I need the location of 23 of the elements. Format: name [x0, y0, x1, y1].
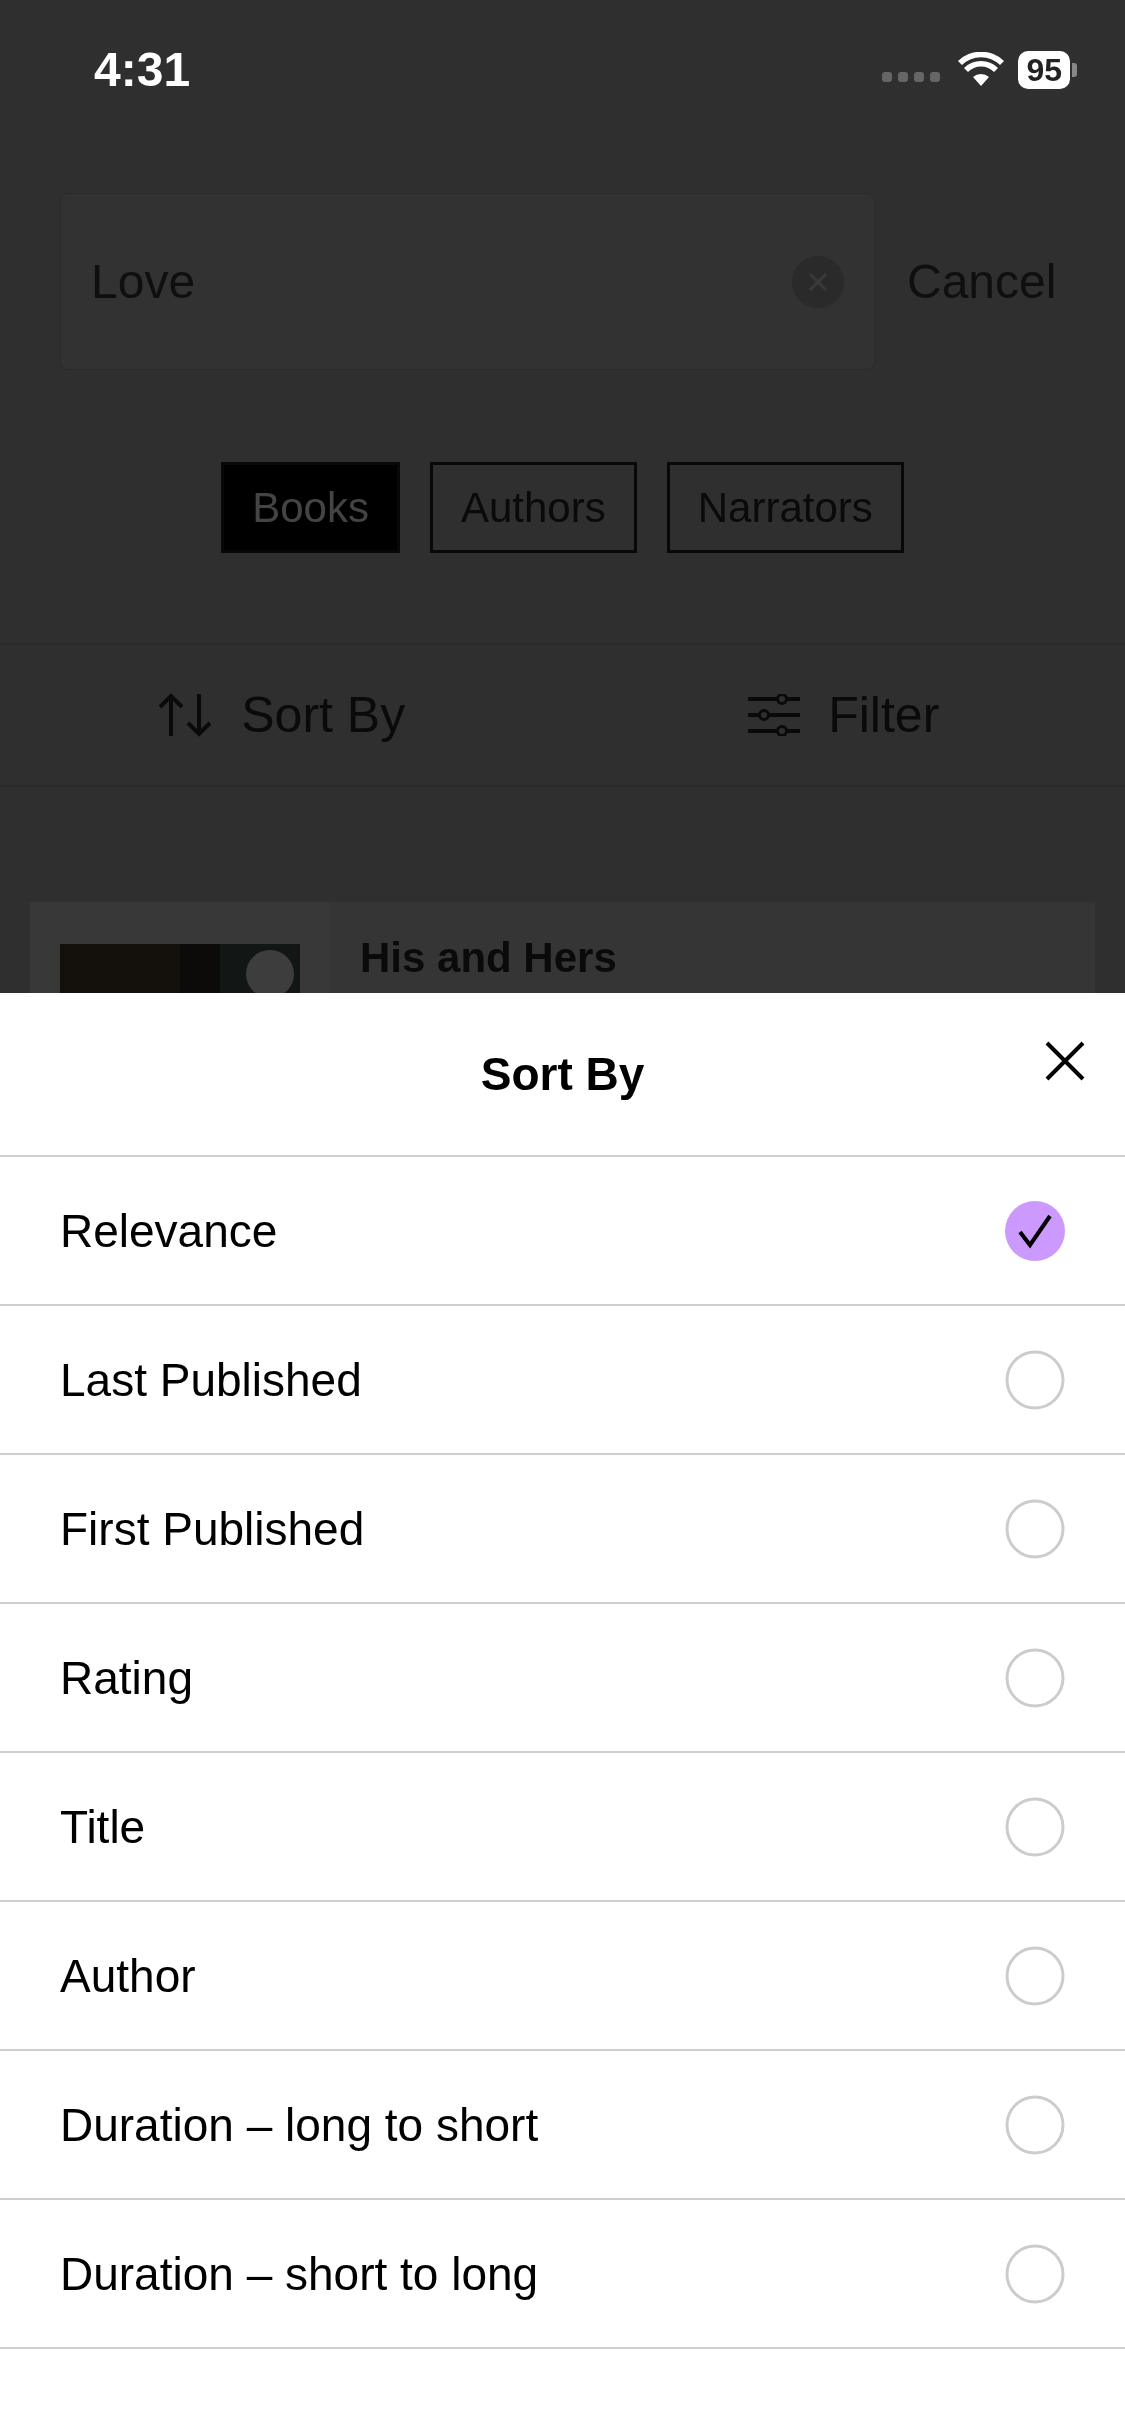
radio-button[interactable] — [1005, 1647, 1065, 1708]
radio-button[interactable] — [1005, 1796, 1065, 1857]
sort-option[interactable]: Author — [0, 1902, 1125, 2051]
filter-icon — [748, 694, 801, 736]
sort-option[interactable]: First Published — [0, 1455, 1125, 1604]
sheet-title: Sort By — [480, 1047, 645, 1101]
sort-icon — [157, 692, 214, 738]
sort-option[interactable]: Title — [0, 1753, 1125, 1902]
wifi-icon — [958, 52, 1005, 88]
sort-option[interactable]: Rating — [0, 1604, 1125, 1753]
sort-option[interactable]: Last Published — [0, 1306, 1125, 1455]
radio-button[interactable] — [1005, 2094, 1065, 2155]
sort-option[interactable]: Duration – long to short — [0, 2051, 1125, 2200]
radio-button[interactable] — [1005, 1498, 1065, 1559]
radio-button[interactable] — [1005, 2243, 1065, 2304]
checked-radio[interactable] — [1005, 1200, 1065, 1261]
sort-option[interactable]: Relevance — [0, 1157, 1125, 1306]
signal-icon — [882, 72, 941, 82]
status-time: 4:31 — [94, 41, 192, 97]
radio-button[interactable] — [1005, 1945, 1065, 2006]
radio-button[interactable] — [1005, 1349, 1065, 1410]
sort-option[interactable]: Duration – short to long — [0, 2200, 1125, 2349]
category-tab[interactable]: Books — [221, 462, 400, 553]
